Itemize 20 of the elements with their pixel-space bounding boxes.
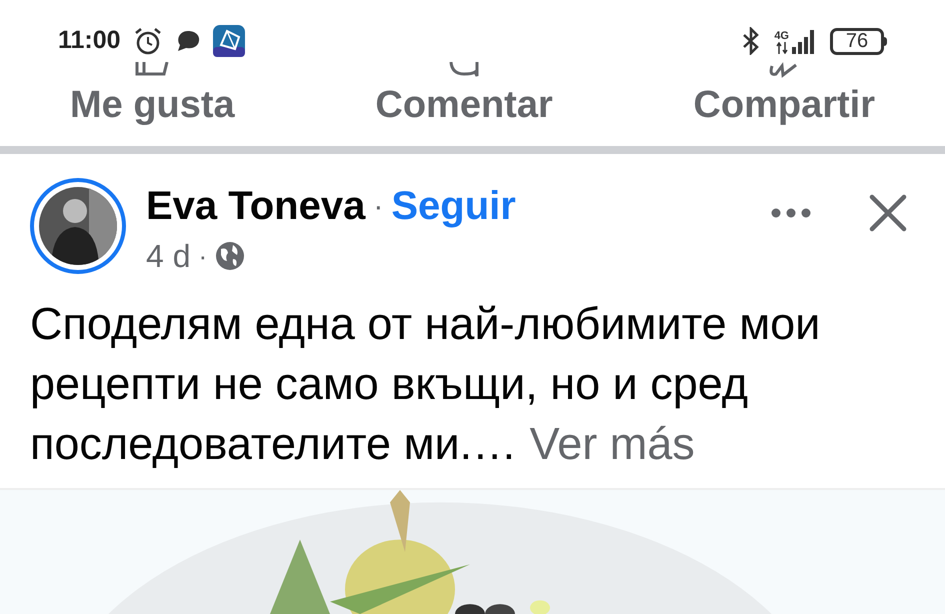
see-more-link[interactable]: Ver más <box>530 418 695 469</box>
post-text: Споделям една от най-любимите мои рецепти не само вкъщи, но и сред последователите ми.… Ver más <box>29 297 822 471</box>
more-options-icon[interactable] <box>771 208 811 218</box>
globe-icon <box>215 241 246 271</box>
app-icon <box>212 25 245 57</box>
follow-link[interactable]: Seguir <box>391 176 516 236</box>
separator-dot: · <box>198 240 208 272</box>
battery-indicator: 76 <box>830 28 884 54</box>
clock-time: 11:00 <box>58 25 121 56</box>
action-button[interactable]: Compartir <box>693 62 875 144</box>
action-button[interactable]: Comentar <box>375 62 553 144</box>
data-arrows-icon <box>776 42 788 54</box>
network-type: 4G <box>774 31 789 42</box>
close-icon[interactable] <box>869 194 907 232</box>
separator-dot: · <box>373 188 384 224</box>
comment-icon <box>448 62 480 78</box>
action-button[interactable]: Me gusta <box>70 62 235 144</box>
post-time: 4 d <box>146 237 190 276</box>
author-name[interactable]: Eva Toneva <box>146 176 366 236</box>
alarm-icon <box>132 26 163 56</box>
